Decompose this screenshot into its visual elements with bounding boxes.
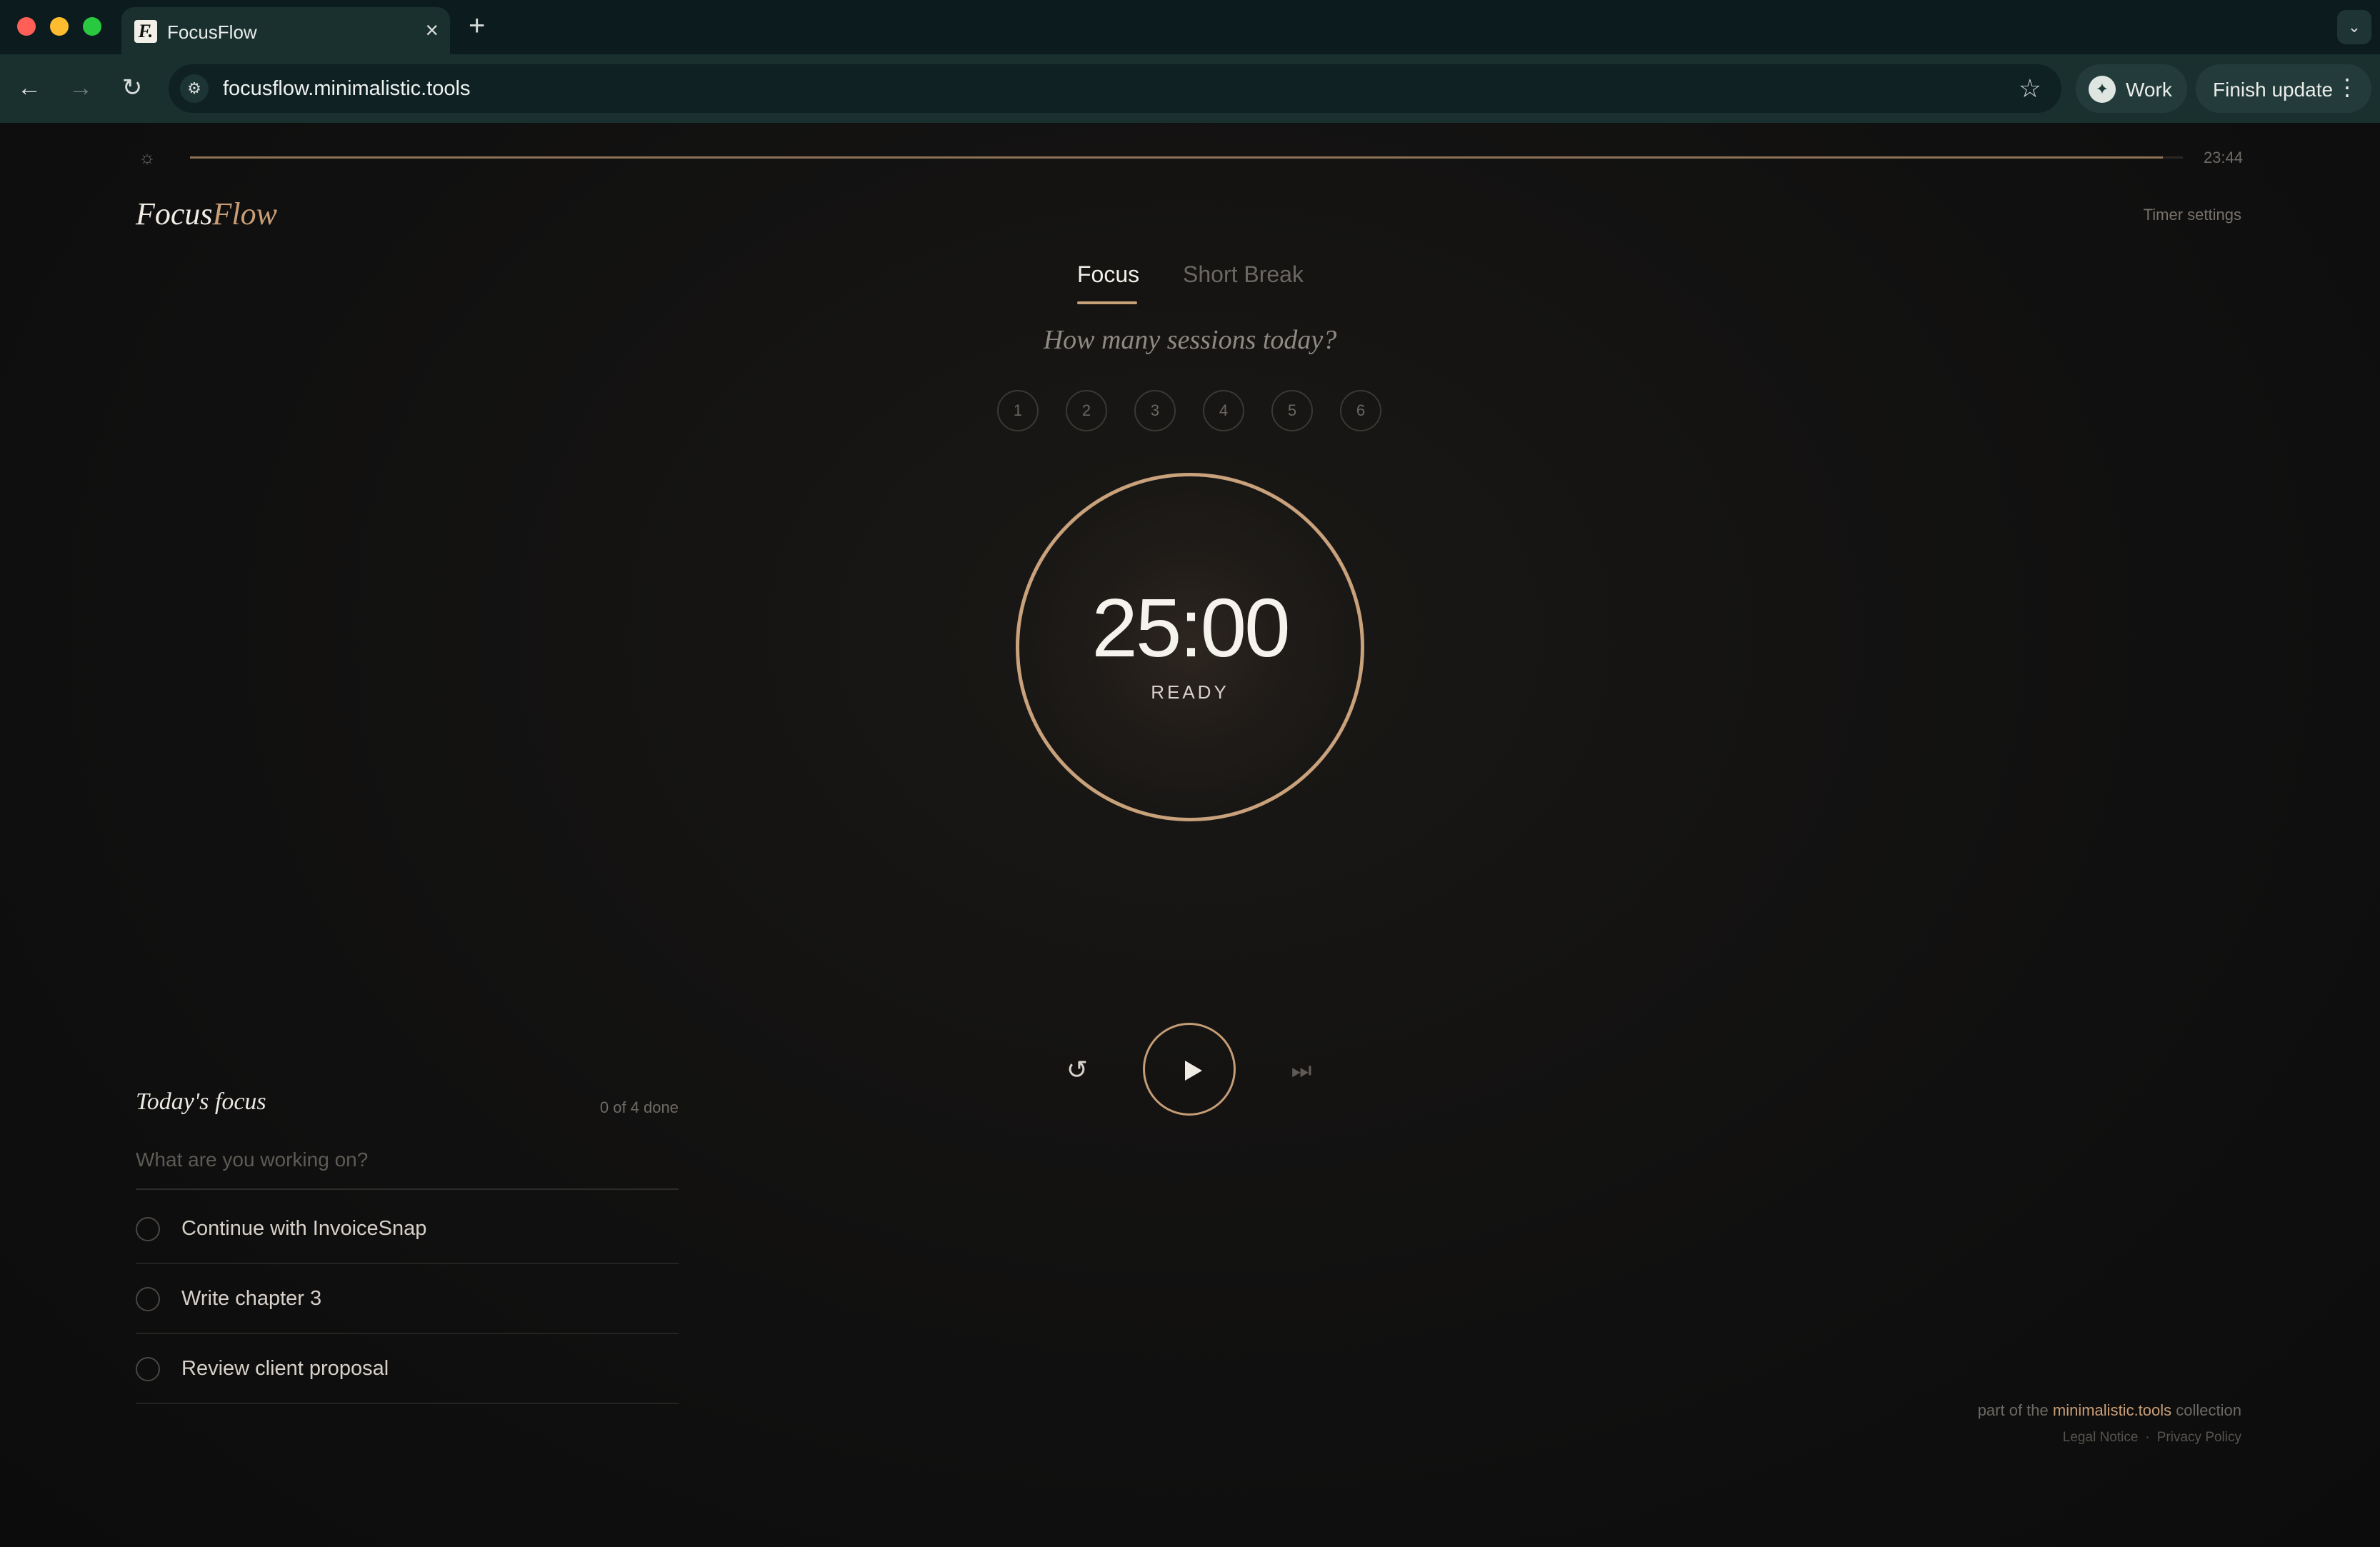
todo-label: Write chapter 3 bbox=[181, 1287, 322, 1310]
close-window-button[interactable] bbox=[17, 17, 36, 36]
session-option-6[interactable]: 6 bbox=[1340, 390, 1381, 431]
brand-flow: Flow bbox=[212, 196, 277, 231]
browser-chrome: F. FocusFlow × + ⌄ ← → ↻ ⚙ focusflow.min… bbox=[0, 0, 2380, 123]
day-progress-fill bbox=[190, 156, 2164, 159]
todo-label: Continue with InvoiceSnap bbox=[181, 1217, 427, 1240]
minimize-window-button[interactable] bbox=[50, 17, 69, 36]
minimalistic-tools-link[interactable]: minimalistic.tools bbox=[2053, 1401, 2171, 1419]
legal-notice-link[interactable]: Legal Notice bbox=[2063, 1430, 2139, 1445]
todo-checkbox[interactable] bbox=[136, 1357, 160, 1381]
session-option-4[interactable]: 4 bbox=[1203, 390, 1244, 431]
todo-progress-count: 0 of 4 done bbox=[599, 1098, 679, 1116]
todo-label: Review client proposal bbox=[181, 1357, 389, 1380]
footer-suffix: collection bbox=[2176, 1401, 2241, 1419]
browser-tab[interactable]: F. FocusFlow × bbox=[121, 7, 450, 54]
timer-display: 25:00 bbox=[1091, 581, 1290, 674]
kebab-menu-icon[interactable]: ⋮ bbox=[2336, 74, 2359, 100]
session-option-1[interactable]: 1 bbox=[997, 390, 1039, 431]
tab-title: FocusFlow bbox=[167, 21, 257, 43]
footer-separator: · bbox=[2145, 1430, 2150, 1445]
todo-list: Continue with InvoiceSnap Write chapter … bbox=[136, 1194, 679, 1404]
brand-focus: Focus bbox=[136, 196, 213, 231]
mode-tabs: Focus Short Break bbox=[1077, 261, 1306, 311]
site-settings-icon[interactable]: ⚙ bbox=[180, 74, 209, 103]
session-option-2[interactable]: 2 bbox=[1066, 390, 1107, 431]
timer-status: READY bbox=[1151, 681, 1229, 703]
url-text[interactable]: focusflow.minimalistic.tools bbox=[223, 77, 471, 101]
clock-time: 23:44 bbox=[2203, 149, 2243, 166]
privacy-policy-link[interactable]: Privacy Policy bbox=[2157, 1430, 2241, 1445]
day-progress-bar bbox=[190, 156, 2183, 159]
footer-collection: part of the minimalistic.tools collectio… bbox=[1978, 1401, 2241, 1420]
browser-toolbar: ← → ↻ ⚙ focusflow.minimalistic.tools ☆ ✦… bbox=[0, 54, 2380, 123]
play-icon bbox=[1185, 1061, 1202, 1081]
tab-short-break[interactable]: Short Break bbox=[1183, 261, 1304, 288]
brand-logo[interactable]: FocusFlow bbox=[136, 196, 277, 232]
profile-label: Work bbox=[2126, 79, 2172, 101]
favicon-icon: F. bbox=[134, 20, 157, 43]
tab-search-chevron-icon[interactable]: ⌄ bbox=[2337, 10, 2371, 44]
footer-legal: Legal Notice · Privacy Policy bbox=[2063, 1430, 2241, 1446]
timer-settings-link[interactable]: Timer settings bbox=[2144, 206, 2241, 224]
profile-avatar-icon: ✦ bbox=[2089, 76, 2116, 103]
todo-item[interactable]: Continue with InvoiceSnap bbox=[136, 1194, 679, 1264]
play-button[interactable] bbox=[1143, 1023, 1236, 1116]
back-arrow-icon[interactable]: ← bbox=[11, 70, 47, 106]
todo-section-title: Today's focus bbox=[136, 1088, 266, 1115]
tab-focus[interactable]: Focus bbox=[1077, 261, 1139, 288]
finish-update-label: Finish update bbox=[2213, 79, 2334, 101]
bookmark-star-icon[interactable]: ☆ bbox=[2019, 73, 2041, 104]
footer-prefix: part of the bbox=[1977, 1401, 2049, 1419]
session-count-picker: 1 2 3 4 5 6 bbox=[997, 390, 1383, 433]
finish-update-button[interactable]: Finish update ⋮ bbox=[2196, 64, 2371, 113]
focusflow-page: ☼ 23:44 FocusFlow Timer settings Focus S… bbox=[0, 123, 2380, 1547]
session-option-5[interactable]: 5 bbox=[1271, 390, 1313, 431]
new-tab-icon[interactable]: + bbox=[469, 10, 485, 41]
todo-checkbox[interactable] bbox=[136, 1287, 160, 1311]
skip-next-icon[interactable]: ⏭ bbox=[1286, 1053, 1317, 1087]
session-question: How many sessions today? bbox=[1043, 325, 1337, 355]
active-tab-underline bbox=[1077, 301, 1137, 304]
forward-arrow-icon[interactable]: → bbox=[63, 70, 99, 106]
address-bar[interactable]: ⚙ focusflow.minimalistic.tools ☆ bbox=[169, 64, 2061, 113]
maximize-window-button[interactable] bbox=[83, 17, 101, 36]
reset-icon[interactable]: ↺ bbox=[1060, 1053, 1094, 1087]
tab-bar: F. FocusFlow × + ⌄ bbox=[0, 0, 2380, 54]
reload-icon[interactable]: ↻ bbox=[114, 70, 150, 106]
todo-checkbox[interactable] bbox=[136, 1217, 160, 1241]
session-option-3[interactable]: 3 bbox=[1134, 390, 1176, 431]
todo-item[interactable]: Write chapter 3 bbox=[136, 1264, 679, 1334]
todo-input[interactable] bbox=[136, 1131, 679, 1190]
profile-button[interactable]: ✦ Work bbox=[2076, 64, 2187, 113]
close-tab-icon[interactable]: × bbox=[425, 17, 439, 43]
day-progress-row: ☼ 23:44 bbox=[136, 143, 2243, 171]
sun-icon[interactable]: ☼ bbox=[136, 146, 159, 169]
todo-item[interactable]: Review client proposal bbox=[136, 1334, 679, 1404]
